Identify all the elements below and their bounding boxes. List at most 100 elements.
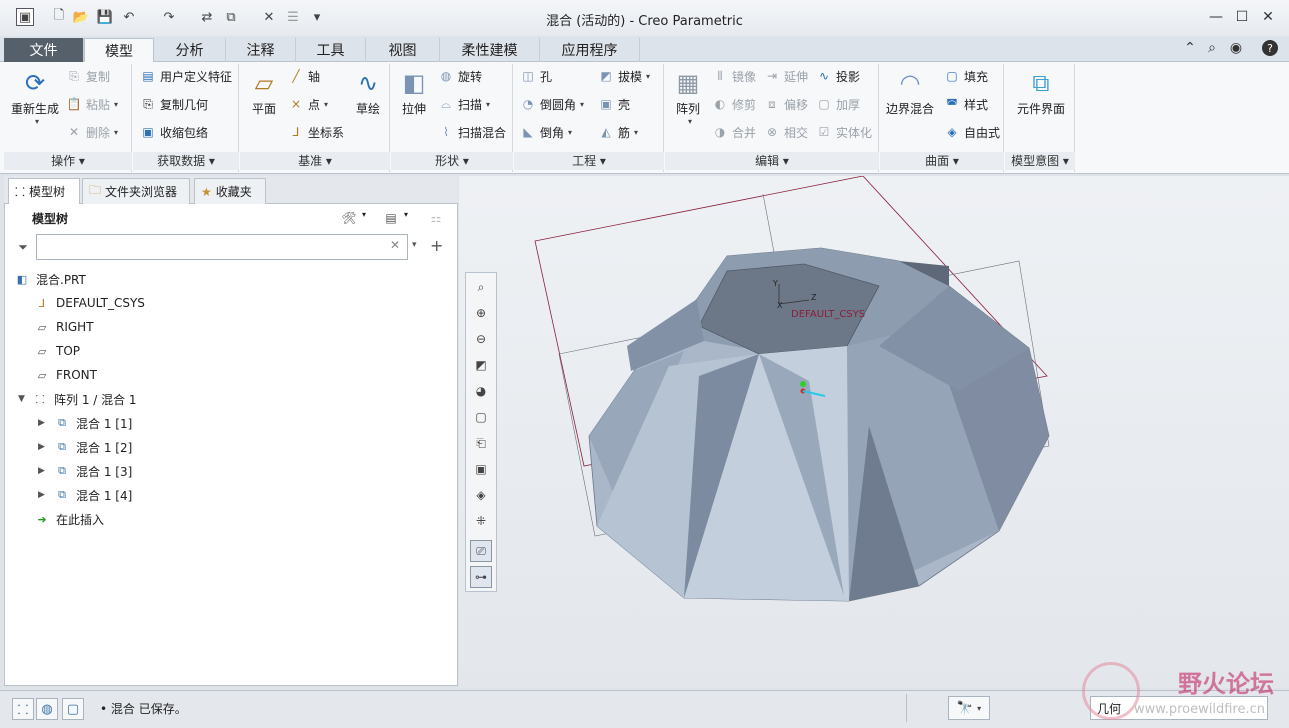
freestyle-button[interactable]: ◈ 自由式 xyxy=(944,122,1000,142)
tree-item-top[interactable]: ▱ TOP xyxy=(34,340,80,362)
extend-button[interactable]: ⇥ 延伸 xyxy=(764,66,808,86)
filter-icon[interactable]: ⏷ xyxy=(12,236,34,258)
tab-model[interactable]: 模型 xyxy=(84,38,154,63)
search-icon[interactable]: ⌕ xyxy=(1202,38,1222,58)
intersect-button[interactable]: ⊗ 相交 xyxy=(764,122,808,142)
datum-display-icon[interactable]: ⁜ xyxy=(470,510,492,532)
navigator-toggle-icon[interactable]: ⸬ xyxy=(12,698,34,720)
tab-favorites[interactable]: ★ 收藏夹 xyxy=(194,178,266,204)
project-button[interactable]: ∿ 投影 xyxy=(816,66,860,86)
close-button[interactable]: ✕ xyxy=(1255,6,1281,28)
solidify-button[interactable]: ☑ 实体化 xyxy=(816,122,872,142)
tab-annotate[interactable]: 注释 xyxy=(226,38,296,62)
swept-blend-button[interactable]: ⌇ 扫描混合 xyxy=(438,122,506,142)
mirror-button[interactable]: ⫴ 镜像 xyxy=(712,66,756,86)
chevron-down-icon[interactable]: ▾ xyxy=(362,210,366,219)
selection-filter[interactable]: 几何 xyxy=(1090,696,1268,720)
boundary-blend-button[interactable]: ◠ 边界混合 xyxy=(884,66,936,117)
tab-applications[interactable]: 应用程序 xyxy=(540,38,640,62)
copy-geometry-button[interactable]: ⎘ 复制几何 xyxy=(140,94,208,114)
view-manager-icon[interactable]: ⎗ xyxy=(470,432,492,454)
expand-arrow-icon[interactable]: ▶ xyxy=(38,490,54,500)
chamfer-button[interactable]: ◣ 倒角 ▾ xyxy=(520,122,572,142)
shell-button[interactable]: ▣ 壳 xyxy=(598,94,630,114)
trim-button[interactable]: ◐ 修剪 xyxy=(712,94,756,114)
tab-flexible-modeling[interactable]: 柔性建模 xyxy=(440,38,540,62)
tree-item-part[interactable]: ◧ 混合.PRT xyxy=(14,268,86,290)
tab-tools[interactable]: 工具 xyxy=(296,38,366,62)
tree-item-blend-4[interactable]: ▶ ⧉ 混合 1 [4] xyxy=(38,484,132,506)
show-icon[interactable]: ▤ xyxy=(380,208,402,228)
revolve-button[interactable]: ◍ 旋转 xyxy=(438,66,482,86)
pattern-button[interactable]: ▦ 阵列 ▾ xyxy=(670,66,706,126)
point-button[interactable]: × 点 ▾ xyxy=(288,94,328,114)
tree-item-pattern[interactable]: ▼ ⸬ 阵列 1 / 混合 1 xyxy=(18,388,137,410)
chevron-up-icon[interactable]: ⌃ xyxy=(1180,38,1200,58)
perspective-icon[interactable]: ▣ xyxy=(470,458,492,480)
group-label-operations[interactable]: 操作 ▾ xyxy=(4,152,132,170)
style-button[interactable]: ◚ 样式 xyxy=(944,94,988,114)
axis-button[interactable]: ╱ 轴 xyxy=(288,66,320,86)
tree-item-insert-here[interactable]: ➜ 在此插入 xyxy=(34,508,104,530)
repaint-icon[interactable]: ◩ xyxy=(470,354,492,376)
group-label-shapes[interactable]: 形状 ▾ xyxy=(391,152,513,170)
column-display-icon[interactable]: ⚏ xyxy=(424,208,448,228)
tab-analysis[interactable]: 分析 xyxy=(154,38,226,62)
tree-item-front[interactable]: ▱ FRONT xyxy=(34,364,97,386)
spin-center-icon[interactable]: ⊶ xyxy=(470,566,492,588)
copy-button[interactable]: ⎘ 复制 xyxy=(66,66,110,86)
expand-arrow-icon[interactable]: ▶ xyxy=(38,442,54,452)
chevron-down-icon[interactable]: ▾ xyxy=(412,240,417,250)
delete-button[interactable]: ✕ 删除 ▾ xyxy=(66,122,118,142)
saved-orientations-icon[interactable]: ▢ xyxy=(470,406,492,428)
group-label-model-intent[interactable]: 模型意图 ▾ xyxy=(1005,152,1075,170)
section-icon[interactable]: ◈ xyxy=(470,484,492,506)
annotation-display-icon[interactable]: ⎚ xyxy=(470,540,492,562)
expand-arrow-icon[interactable]: ▶ xyxy=(38,466,54,476)
udf-button[interactable]: ▤ 用户定义特征 xyxy=(140,66,232,86)
draft-button[interactable]: ◩ 拔模 ▾ xyxy=(598,66,650,86)
group-label-editing[interactable]: 编辑 ▾ xyxy=(665,152,879,170)
plane-button[interactable]: ▱ 平面 xyxy=(244,66,284,117)
tree-search-input[interactable] xyxy=(36,234,408,260)
tree-settings-icon[interactable]: 🛠 xyxy=(338,208,360,228)
regenerate-button[interactable]: ⟳ 重新生成 ▾ xyxy=(8,66,62,126)
tab-model-tree[interactable]: ⸬ 模型树 xyxy=(8,178,80,204)
maximize-button[interactable]: ☐ xyxy=(1229,6,1255,28)
chevron-down-icon[interactable]: ▾ xyxy=(404,210,408,219)
extrude-button[interactable]: ◧ 拉伸 xyxy=(394,66,434,117)
csys-button[interactable]: ⅃ 坐标系 xyxy=(288,122,344,142)
tree-item-blend-1[interactable]: ▶ ⧉ 混合 1 [1] xyxy=(38,412,132,434)
zoom-in-icon[interactable]: ⊕ xyxy=(470,302,492,324)
offset-button[interactable]: ⧈ 偏移 xyxy=(764,94,808,114)
thicken-button[interactable]: ▢ 加厚 xyxy=(816,94,860,114)
tree-item-blend-2[interactable]: ▶ ⧉ 混合 1 [2] xyxy=(38,436,132,458)
tab-view[interactable]: 视图 xyxy=(366,38,440,62)
fullscreen-icon[interactable]: ▢ xyxy=(62,698,84,720)
refit-icon[interactable]: ⌕ xyxy=(470,276,492,298)
component-interface-button[interactable]: ⧉ 元件界面 xyxy=(1010,66,1072,117)
tab-folder-browser[interactable]: 🗀 文件夹浏览器 xyxy=(82,178,190,204)
merge-button[interactable]: ◑ 合并 xyxy=(712,122,756,142)
find-button[interactable]: 🔭 ▾ xyxy=(948,696,990,720)
collapse-arrow-icon[interactable]: ▼ xyxy=(18,394,32,404)
paste-button[interactable]: 📋 粘贴 ▾ xyxy=(66,94,119,114)
community-icon[interactable]: ◉ xyxy=(1226,38,1246,58)
rib-button[interactable]: ◭ 筋 ▾ xyxy=(598,122,638,142)
tree-item-right[interactable]: ▱ RIGHT xyxy=(34,316,94,338)
hole-button[interactable]: ◫ 孔 xyxy=(520,66,552,86)
sweep-button[interactable]: ⌓ 扫描 ▾ xyxy=(438,94,490,114)
clear-icon[interactable]: ✕ xyxy=(390,238,400,252)
display-style-icon[interactable]: ◕ xyxy=(470,380,492,402)
minimize-button[interactable]: — xyxy=(1203,6,1229,28)
shrinkwrap-button[interactable]: ▣ 收缩包络 xyxy=(140,122,208,142)
tree-item-blend-3[interactable]: ▶ ⧉ 混合 1 [3] xyxy=(38,460,132,482)
group-label-datum[interactable]: 基准 ▾ xyxy=(240,152,390,170)
round-button[interactable]: ◔ 倒圆角 ▾ xyxy=(520,94,584,114)
zoom-out-icon[interactable]: ⊖ xyxy=(470,328,492,350)
group-label-get-data[interactable]: 获取数据 ▾ xyxy=(133,152,239,170)
tree-item-csys[interactable]: ⅃ DEFAULT_CSYS xyxy=(34,292,145,314)
sketch-button[interactable]: ∿ 草绘 xyxy=(348,66,388,117)
group-label-surfaces[interactable]: 曲面 ▾ xyxy=(880,152,1004,170)
group-label-engineering[interactable]: 工程 ▾ xyxy=(514,152,664,170)
